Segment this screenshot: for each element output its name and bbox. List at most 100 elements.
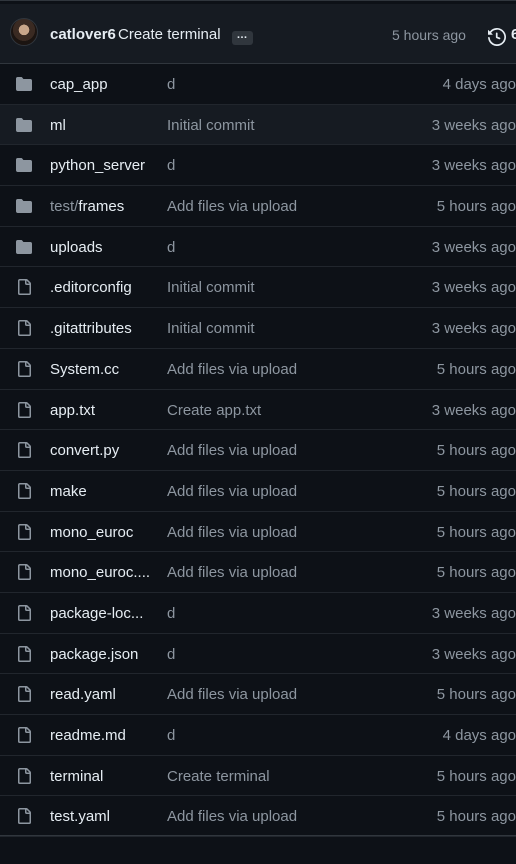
file-row[interactable]: .gitattributes Initial commit 3 weeks ago <box>0 308 516 349</box>
file-name-text[interactable]: convert.py <box>50 442 119 459</box>
file-name-text[interactable]: terminal <box>50 768 103 785</box>
file-row[interactable]: readme.md d 4 days ago <box>0 715 516 756</box>
commit-message-link[interactable]: Add files via upload <box>167 524 297 541</box>
commit-message-link[interactable]: Create terminal <box>167 768 270 785</box>
commit-message-link[interactable]: Create app.txt <box>167 402 261 419</box>
file-name-link[interactable]: test/frames <box>50 198 160 215</box>
folder-icon-glyph <box>16 158 32 173</box>
commit-age: 5 hours ago <box>436 360 516 378</box>
commit-message-link[interactable]: Add files via upload <box>167 483 297 500</box>
file-name-text[interactable]: frames <box>78 198 124 215</box>
commit-author-link[interactable]: catlover6 <box>50 26 116 43</box>
file-name-text[interactable]: cap_app <box>50 76 108 93</box>
commit-message-link[interactable]: d <box>167 239 175 256</box>
file-icon <box>15 808 33 825</box>
file-row[interactable]: mono_euroc.... Add files via upload 5 hour… <box>0 552 516 593</box>
file-name-link[interactable]: .editorconfig <box>50 279 160 296</box>
file-icon-glyph <box>18 279 31 296</box>
commit-message-link[interactable]: Add files via upload <box>167 564 297 581</box>
file-name-link[interactable]: uploads <box>50 239 160 256</box>
file-row[interactable]: package-loc... d 3 weeks ago <box>0 593 516 634</box>
commit-message-link[interactable]: Initial commit <box>167 279 255 296</box>
commit-message-link[interactable]: Add files via upload <box>167 361 297 378</box>
commit-age: 5 hours ago <box>436 808 516 826</box>
file-name-link[interactable]: app.txt <box>50 402 160 419</box>
file-icon-glyph <box>18 686 31 703</box>
commit-message-link[interactable]: d <box>167 727 175 744</box>
commit-expand-button[interactable]: … <box>232 29 253 45</box>
file-row[interactable]: package.json d 3 weeks ago <box>0 634 516 675</box>
file-name-text[interactable]: test.yaml <box>50 808 110 825</box>
commit-age: 5 hours ago <box>436 767 516 785</box>
commit-message-link[interactable]: Initial commit <box>167 117 255 134</box>
file-row[interactable]: python_server d 3 weeks ago <box>0 145 516 187</box>
file-name-link[interactable]: read.yaml <box>50 686 160 703</box>
commit-message-link[interactable]: d <box>167 605 175 622</box>
file-name-text[interactable]: mono_euroc.... <box>50 564 150 581</box>
file-name-link[interactable]: package-loc... <box>50 605 160 622</box>
file-row[interactable]: test.yaml Add files via upload 5 hours ago <box>0 796 516 838</box>
file-name-link[interactable]: readme.md <box>50 727 160 744</box>
file-name-link[interactable]: .gitattributes <box>50 320 160 337</box>
commit-age: 3 weeks ago <box>431 645 516 663</box>
file-name-link[interactable]: ml <box>50 117 160 134</box>
file-icon <box>15 767 33 784</box>
commit-message-link[interactable]: Add files via upload <box>167 808 297 825</box>
commit-message-link[interactable]: d <box>167 157 175 174</box>
commit-age: 5 hours ago <box>436 686 516 704</box>
file-name-text[interactable]: read.yaml <box>50 686 116 703</box>
file-row[interactable]: make Add files via upload 5 hours ago <box>0 471 516 512</box>
file-name-text[interactable]: uploads <box>50 239 103 256</box>
file-row[interactable]: convert.py Add files via upload 5 hours ag… <box>0 430 516 471</box>
file-icon-glyph <box>18 482 31 499</box>
file-name-link[interactable]: cap_app <box>50 76 160 93</box>
file-row[interactable]: cap_app d 4 days ago <box>0 64 516 105</box>
file-name-text[interactable]: make <box>50 483 87 500</box>
file-path-prefix[interactable]: test/ <box>50 198 78 215</box>
avatar[interactable] <box>10 18 38 46</box>
file-name-text[interactable]: package.json <box>50 646 138 663</box>
file-name-text[interactable]: ml <box>50 117 66 134</box>
file-icon-glyph <box>18 360 31 377</box>
file-icon <box>15 279 33 296</box>
commit-message-link[interactable]: Add files via upload <box>167 198 297 215</box>
commit-expand-label: … <box>236 29 249 41</box>
file-name-link[interactable]: mono_euroc <box>50 524 160 541</box>
file-row[interactable]: terminal Create terminal 5 hours ago <box>0 756 516 797</box>
file-name-link[interactable]: package.json <box>50 646 160 663</box>
commit-message-link[interactable]: d <box>167 646 175 663</box>
file-row[interactable]: uploads d 3 weeks ago <box>0 227 516 268</box>
file-icon <box>15 727 33 743</box>
file-name-link[interactable]: mono_euroc.... <box>50 564 160 581</box>
commit-message-link[interactable]: Add files via upload <box>167 686 297 703</box>
file-icon <box>15 360 33 377</box>
file-name-link[interactable]: terminal <box>50 768 160 785</box>
history-icon[interactable] <box>488 28 506 46</box>
file-row[interactable]: test/frames Add files via upload 5 hours a… <box>0 186 516 227</box>
file-row[interactable]: .editorconfig Initial commit 3 weeks ago <box>0 267 516 309</box>
file-name-link[interactable]: convert.py <box>50 442 160 459</box>
file-row[interactable]: read.yaml Add files via upload 5 hours ago <box>0 674 516 715</box>
commit-message-link[interactable]: Create terminal <box>118 26 221 43</box>
file-name-link[interactable]: test.yaml <box>50 808 160 825</box>
file-row[interactable]: System.cc Add files via upload 5 hours ago <box>0 349 516 390</box>
commit-message-link[interactable]: Initial commit <box>167 320 255 337</box>
file-name-text[interactable]: readme.md <box>50 727 126 744</box>
file-row[interactable]: mono_euroc Add files via upload 5 hours ag… <box>0 512 516 553</box>
file-row[interactable]: app.txt Create app.txt 3 weeks ago <box>0 390 516 431</box>
commit-message-link[interactable]: Add files via upload <box>167 442 297 459</box>
file-name-text[interactable]: mono_euroc <box>50 524 133 541</box>
file-name-text[interactable]: .editorconfig <box>50 279 132 296</box>
file-name-text[interactable]: app.txt <box>50 402 95 419</box>
file-row[interactable]: ml Initial commit 3 weeks ago <box>0 104 516 146</box>
file-name-text[interactable]: python_server <box>50 157 145 174</box>
file-name-text[interactable]: .gitattributes <box>50 320 132 337</box>
commit-message-link[interactable]: d <box>167 76 175 93</box>
commit-age: 3 weeks ago <box>431 279 516 297</box>
commit-history-count[interactable]: 6 <box>511 26 516 43</box>
file-name-link[interactable]: python_server <box>50 157 160 174</box>
file-name-text[interactable]: package-loc... <box>50 605 143 622</box>
file-name-link[interactable]: System.cc <box>50 361 160 378</box>
file-name-link[interactable]: make <box>50 483 160 500</box>
file-name-text[interactable]: System.cc <box>50 361 119 378</box>
